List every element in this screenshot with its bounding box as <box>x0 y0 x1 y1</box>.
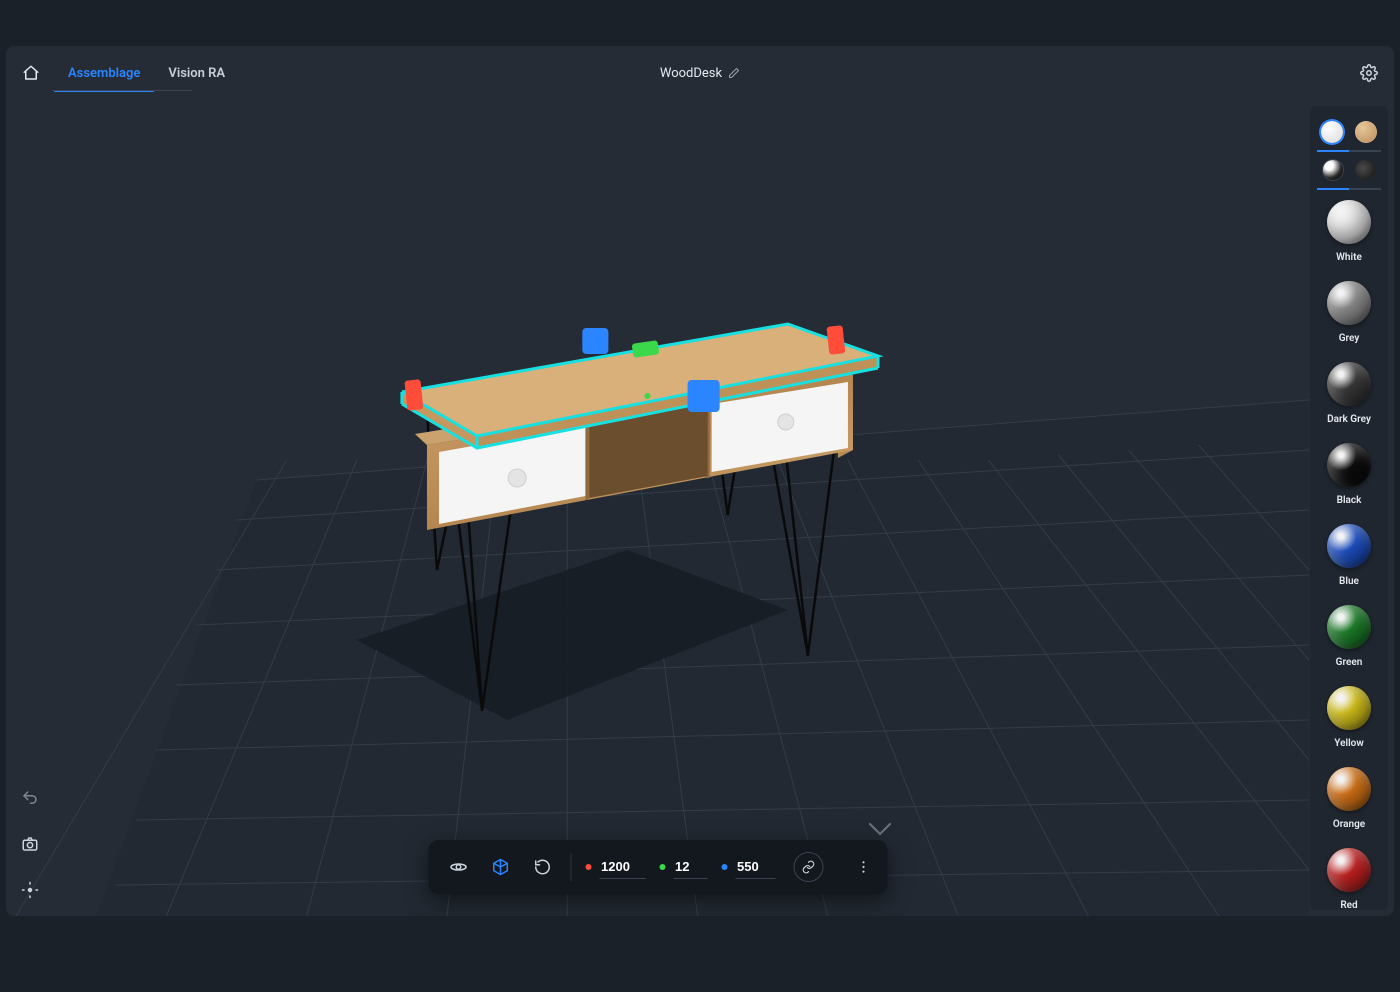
category-paint[interactable] <box>1321 121 1343 143</box>
color-swatch-label: Orange <box>1333 819 1365 830</box>
camera-icon <box>21 835 39 853</box>
color-swatch-label: Blue <box>1339 576 1359 587</box>
color-swatch-label: Black <box>1337 495 1362 506</box>
box-icon <box>491 858 509 876</box>
sphere-icon <box>1327 686 1371 730</box>
sphere-icon <box>1327 605 1371 649</box>
left-tool-column <box>16 784 44 904</box>
color-swatch-green[interactable]: Green <box>1327 605 1371 668</box>
link-icon <box>801 860 815 874</box>
color-swatch-label: Dark Grey <box>1327 414 1371 425</box>
sphere-icon <box>1327 200 1371 244</box>
color-swatch-label: Red <box>1340 900 1357 910</box>
recenter-button[interactable] <box>16 876 44 904</box>
color-swatch-label: Yellow <box>1334 738 1363 749</box>
home-icon <box>22 64 40 82</box>
color-swatch-blue[interactable]: Blue <box>1327 524 1371 587</box>
sphere-icon <box>1327 848 1371 892</box>
color-swatch-red[interactable]: Red <box>1327 848 1371 910</box>
color-swatch-dark-grey[interactable]: Dark Grey <box>1327 362 1371 425</box>
floor-grid <box>6 100 1309 916</box>
tab-assemblage[interactable]: Assemblage <box>54 46 154 100</box>
color-swatch-list[interactable]: White Grey Dark Grey Black Blue Green Yellow Or… <box>1310 190 1388 910</box>
color-swatch-orange[interactable]: Orange <box>1327 767 1371 830</box>
sphere-icon <box>1327 443 1371 487</box>
header-bar: Assemblage Vision RA WoodDesk <box>6 46 1394 100</box>
dimension-y <box>659 855 707 879</box>
reset-rotation-icon <box>533 858 551 876</box>
color-swatch-white[interactable]: White <box>1327 200 1371 263</box>
color-swatch-label: Grey <box>1339 333 1360 344</box>
dimension-x-input[interactable] <box>599 855 645 879</box>
dimension-x <box>585 855 645 879</box>
materials-panel: White Grey Dark Grey Black Blue Green Yellow Or… <box>1310 106 1388 910</box>
screenshot-button[interactable] <box>16 830 44 858</box>
material-finish-row <box>1310 152 1388 188</box>
home-button[interactable] <box>18 60 44 86</box>
color-swatch-label: White <box>1336 252 1362 263</box>
color-swatch-grey[interactable]: Grey <box>1327 281 1371 344</box>
material-category-row <box>1310 114 1388 150</box>
sphere-icon <box>1327 281 1371 325</box>
dimension-z-input[interactable] <box>735 855 775 879</box>
color-swatch-yellow[interactable]: Yellow <box>1327 686 1371 749</box>
pencil-icon <box>728 67 740 79</box>
sphere-icon <box>1327 524 1371 568</box>
bounding-box-button[interactable] <box>486 853 514 881</box>
y-axis-dot-icon <box>659 864 665 870</box>
undo-button[interactable] <box>16 784 44 812</box>
3d-viewport[interactable] <box>6 100 1309 916</box>
tab-vision-ra[interactable]: Vision RA <box>154 46 239 100</box>
reset-rotation-button[interactable] <box>528 853 556 881</box>
color-swatch-black[interactable]: Black <box>1327 443 1371 506</box>
gear-icon <box>1360 64 1378 82</box>
sphere-icon <box>1327 362 1371 406</box>
z-axis-dot-icon <box>721 864 727 870</box>
orbit-icon <box>449 858 467 876</box>
link-dimensions-button[interactable] <box>793 852 823 882</box>
undo-icon <box>21 789 39 807</box>
dimension-toolbar <box>428 840 887 894</box>
dimension-z <box>721 855 775 879</box>
more-options-button[interactable] <box>855 859 871 875</box>
color-swatch-label: Green <box>1336 657 1363 668</box>
mode-tabs: Assemblage Vision RA <box>54 46 239 100</box>
more-icon <box>855 859 871 875</box>
finish-matte[interactable] <box>1355 160 1375 180</box>
dimension-y-input[interactable] <box>673 855 707 879</box>
settings-button[interactable] <box>1356 60 1382 86</box>
locate-icon <box>21 881 39 899</box>
sphere-icon <box>1327 767 1371 811</box>
x-axis-dot-icon <box>585 864 591 870</box>
category-wood[interactable] <box>1355 121 1377 143</box>
orbit-tool-button[interactable] <box>444 853 472 881</box>
finish-gloss[interactable] <box>1323 160 1343 180</box>
document-title-text: WoodDesk <box>660 66 722 81</box>
